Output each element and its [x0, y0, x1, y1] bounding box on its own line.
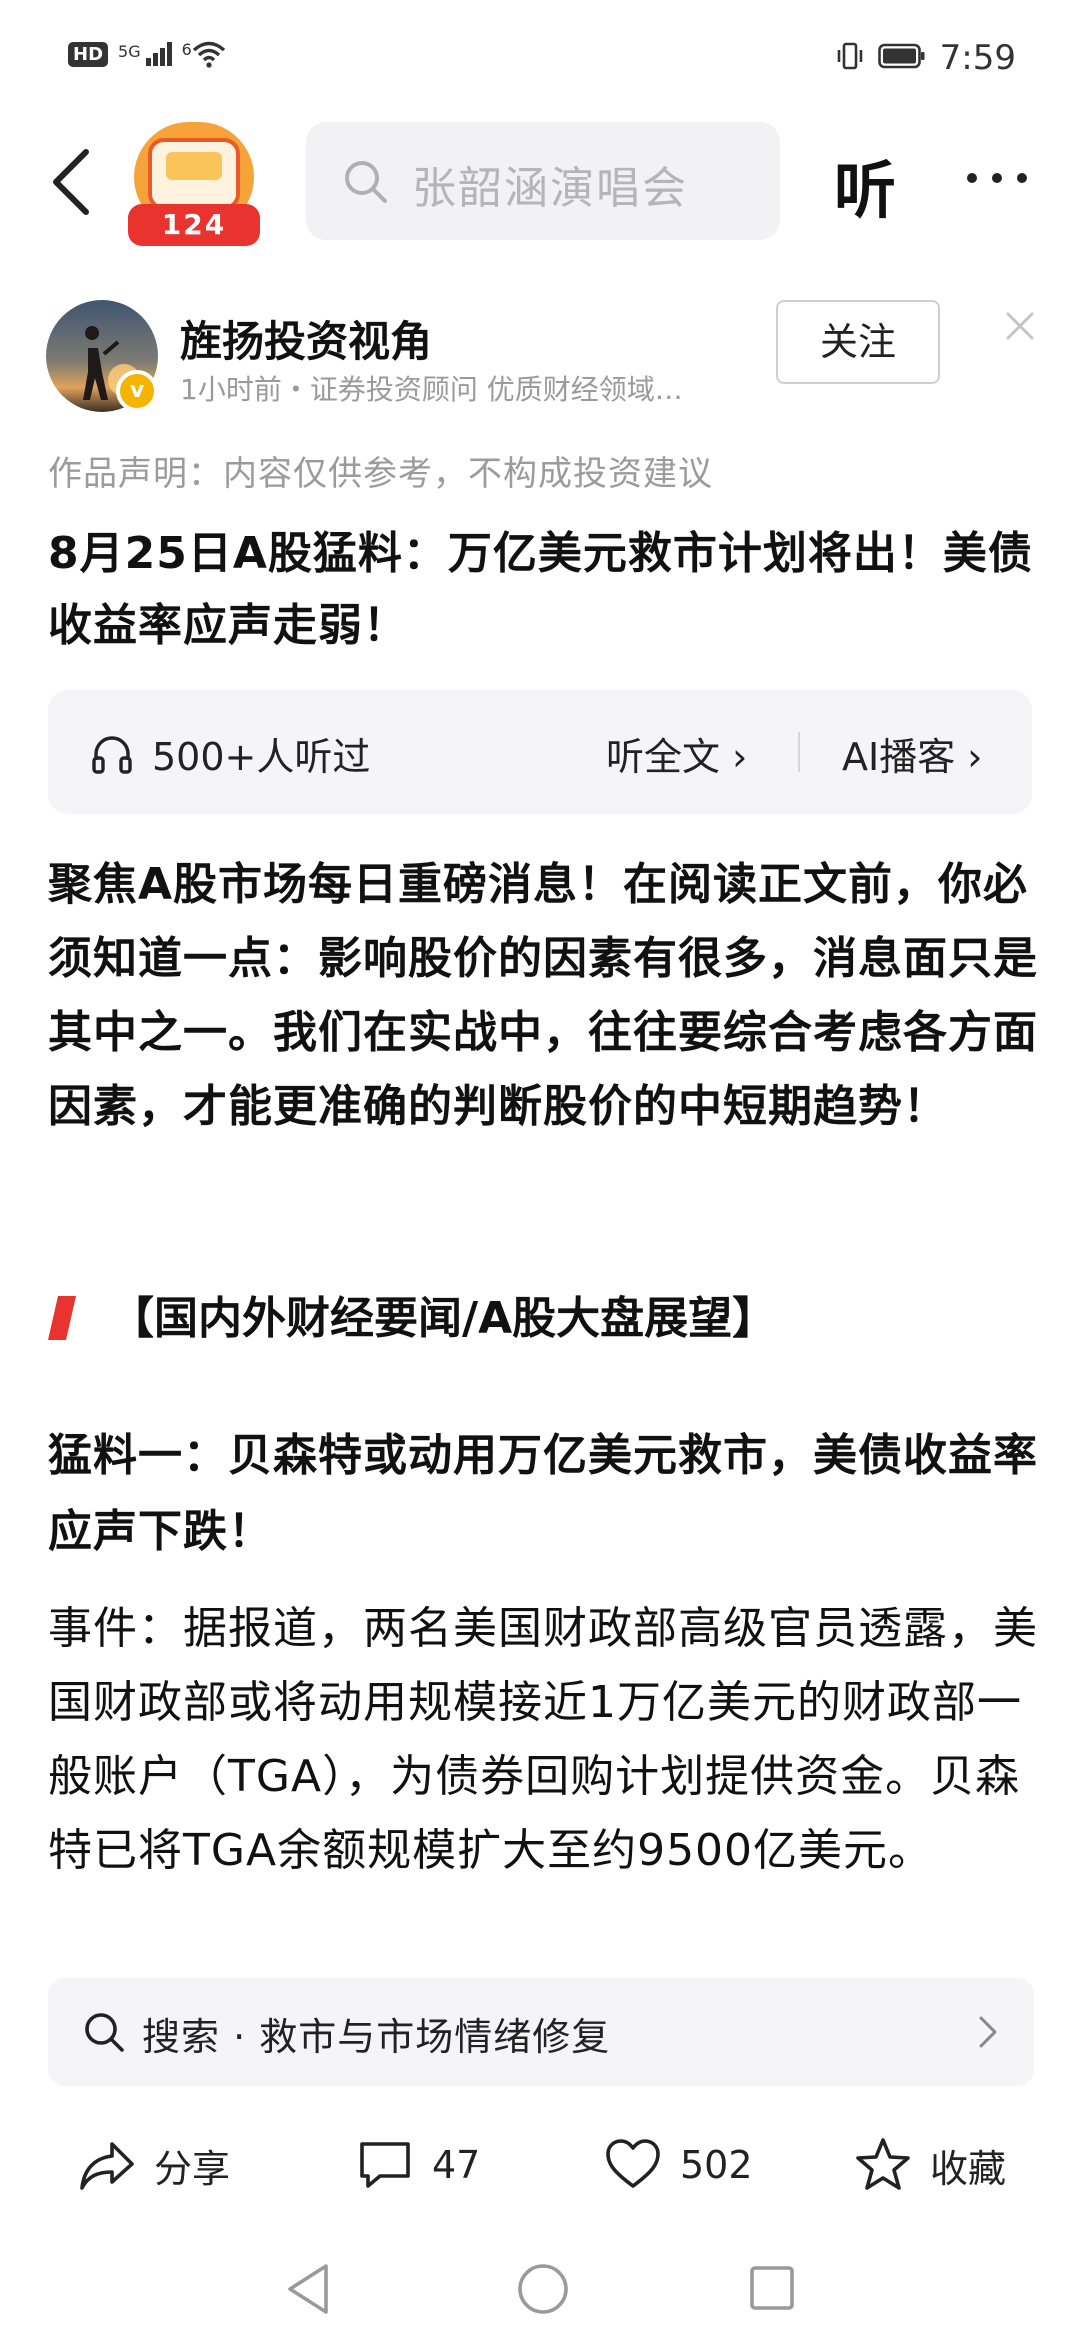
- author-meta: 1小时前・证券投资顾问 优质财经领域…: [180, 373, 683, 406]
- related-search-text: 搜索 · 救市与市场情绪修复: [142, 2015, 611, 2059]
- share-icon: [80, 2142, 134, 2190]
- content-disclaimer: 作品声明：内容仅供参考，不构成投资建议: [48, 454, 713, 494]
- ai-podcast-button[interactable]: AI播客 ›: [842, 726, 982, 781]
- search-input[interactable]: 张韶涵演唱会: [306, 122, 780, 240]
- search-icon: [345, 161, 387, 203]
- author-row: v 旌扬投资视角 1小时前・证券投资顾问 优质财经领域… 关注: [0, 296, 1080, 426]
- article-intro: 聚焦A股市场每日重磅消息！在阅读正文前，你必须知道一点：影响股价的因素有很多，消…: [48, 859, 1038, 1132]
- triangle-back-icon: [288, 2264, 328, 2314]
- circle-home-icon: [518, 2264, 568, 2314]
- chevron-left-icon: [53, 149, 89, 215]
- star-icon: [856, 2138, 910, 2190]
- news-headline: 猛料一：贝森特或动用万亿美元救市，美债收益率应声下跌！: [48, 1430, 1038, 1557]
- listen-button[interactable]: 听: [834, 140, 896, 230]
- clock: 7:59: [939, 38, 1016, 78]
- top-nav-bar: 124 张韶涵演唱会 听: [0, 112, 1080, 252]
- promo-tag: 124: [128, 204, 260, 246]
- status-right: 7:59: [836, 38, 1016, 78]
- like-button[interactable]: 502: [604, 2130, 753, 2200]
- listen-card: 500+人听过 听全文 › AI播客 ›: [48, 690, 1032, 814]
- section-slash-icon: [48, 1296, 76, 1340]
- status-left: HD 5G 6: [68, 40, 226, 68]
- listen-count: 500+人听过: [152, 735, 371, 779]
- favorite-button[interactable]: 收藏: [854, 2130, 1006, 2200]
- vibrate-icon: [836, 41, 864, 75]
- system-recents-button[interactable]: [746, 2262, 798, 2314]
- article-title: 8月25日A股猛料：万亿美元救市计划将出！美债收益率应声走弱！: [48, 528, 1033, 651]
- gift-box-icon: [148, 138, 240, 210]
- comment-count: 47: [432, 2143, 481, 2187]
- square-recents-icon: [750, 2266, 794, 2310]
- verified-badge: v: [116, 370, 158, 412]
- search-placeholder: 张韶涵演唱会: [412, 163, 688, 214]
- section-header-text: 【国内外财经要闻/A股大盘展望】: [110, 1293, 777, 1344]
- system-back-button[interactable]: [282, 2260, 334, 2318]
- battery-icon: [877, 43, 926, 73]
- promo-red-envelope-button[interactable]: 124: [128, 118, 260, 248]
- wifi-icon: 6: [182, 40, 226, 68]
- related-search-bar[interactable]: 搜索 · 救市与市场情绪修复: [48, 1978, 1034, 2086]
- like-count: 502: [680, 2143, 753, 2187]
- action-bar: 分享 47 502 收藏: [0, 2110, 1080, 2220]
- network-type-label: 5G: [118, 42, 141, 61]
- chevron-right-icon: [979, 2016, 997, 2048]
- close-icon: [1006, 312, 1034, 340]
- more-dots-icon: [967, 173, 1027, 183]
- hd-badge: HD: [68, 41, 109, 67]
- headphone-icon: [92, 736, 132, 774]
- status-bar: HD 5G 6 7:59: [0, 0, 1080, 110]
- follow-button[interactable]: 关注: [776, 300, 940, 384]
- card-divider: [798, 732, 800, 772]
- system-navigation-bar: [0, 2250, 1080, 2340]
- heart-icon: [606, 2139, 660, 2188]
- dismiss-button[interactable]: [1000, 306, 1040, 346]
- system-home-button[interactable]: [514, 2260, 572, 2318]
- share-button[interactable]: 分享: [78, 2130, 230, 2200]
- signal-icon: 5G: [118, 42, 172, 66]
- wifi-label: 6: [181, 40, 192, 59]
- comment-icon: [360, 2142, 410, 2188]
- favorite-label: 收藏: [930, 2146, 1007, 2191]
- search-icon: [85, 2013, 124, 2052]
- more-button[interactable]: [962, 168, 1032, 188]
- listen-full-article-button[interactable]: 听全文 ›: [606, 726, 747, 781]
- comment-button[interactable]: 47: [356, 2130, 480, 2200]
- author-name[interactable]: 旌扬投资视角: [180, 308, 432, 369]
- share-label: 分享: [154, 2146, 231, 2191]
- event-paragraph: 事件：据报道，两名美国财政部高级官员透露，美国财政部或将动用规模接近1万亿美元的…: [48, 1603, 1038, 1876]
- back-button[interactable]: [40, 142, 110, 222]
